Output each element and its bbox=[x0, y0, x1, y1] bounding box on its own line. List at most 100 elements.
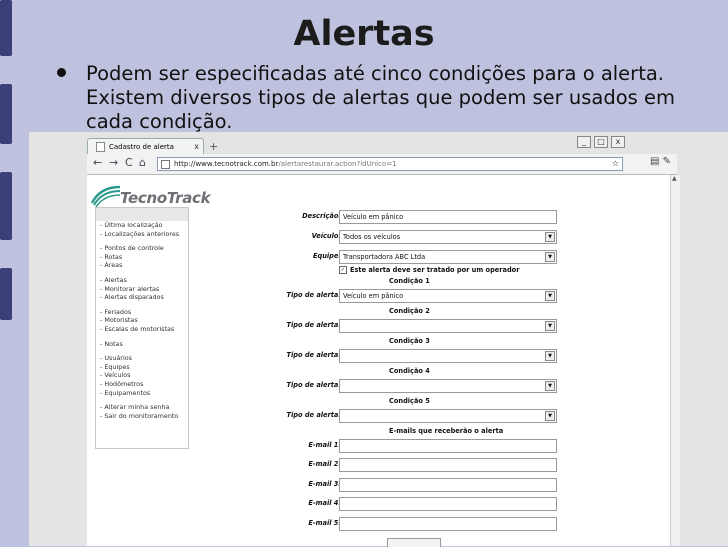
sidebar-menu-item[interactable]: - Sair do monitoramento bbox=[100, 412, 188, 421]
tipo-alerta-label: Tipo de alerta: bbox=[286, 381, 341, 389]
sidebar-menu-item[interactable]: - Monitorar alertas bbox=[100, 285, 188, 294]
email-row: E-mail 3: bbox=[237, 478, 657, 492]
condicao-5-row: Tipo de alerta: ▼ bbox=[237, 409, 657, 423]
email-input[interactable] bbox=[339, 439, 557, 453]
sidebar-menu-item[interactable]: - Escalas de motoristas bbox=[100, 325, 188, 334]
minimize-icon[interactable]: _ bbox=[577, 136, 591, 148]
descricao-row: Descrição: Veículo em pânico bbox=[237, 210, 657, 224]
chevron-down-icon[interactable]: ▼ bbox=[545, 291, 555, 301]
sidebar-menu-item[interactable]: - Equipamentos bbox=[100, 389, 188, 398]
tools-menu-icon[interactable]: ✎ bbox=[663, 156, 671, 167]
sidebar-menu-item[interactable]: - Feriados bbox=[100, 308, 188, 317]
email-row: E-mail 1: bbox=[237, 439, 657, 453]
chevron-down-icon[interactable]: ▼ bbox=[545, 411, 555, 421]
back-icon[interactable]: ← bbox=[93, 156, 102, 169]
slide-left-bar bbox=[0, 172, 12, 240]
slide-left-bar bbox=[0, 84, 12, 144]
sidebar-menu-item[interactable]: - Hodômetros bbox=[100, 380, 188, 389]
tipo-alerta-select[interactable]: ▼ bbox=[339, 349, 557, 363]
operador-checkbox-label: Este alerta deve ser tratado por um oper… bbox=[350, 266, 520, 274]
sidebar-menu-item[interactable]: - Alertas bbox=[100, 276, 188, 285]
condicao-2-row: Tipo de alerta: ▼ bbox=[237, 319, 657, 333]
tipo-alerta-select[interactable]: ▼ bbox=[339, 319, 557, 333]
url-path: /alertarestaurar.action?idUnico=1 bbox=[278, 160, 397, 168]
chevron-down-icon[interactable]: ▼ bbox=[545, 381, 555, 391]
descricao-label: Descrição: bbox=[302, 212, 341, 220]
reload-icon[interactable]: C bbox=[125, 156, 133, 169]
email-row: E-mail 4: bbox=[237, 497, 657, 511]
email-input[interactable] bbox=[339, 478, 557, 492]
tipo-alerta-label: Tipo de alerta: bbox=[286, 351, 341, 359]
email-label: E-mail 5: bbox=[308, 519, 341, 527]
sidebar-menu-item[interactable]: - Usuários bbox=[100, 354, 188, 363]
chevron-down-icon[interactable]: ▼ bbox=[545, 252, 555, 262]
close-window-icon[interactable]: x bbox=[611, 136, 625, 148]
new-tab-icon[interactable]: + bbox=[209, 140, 218, 153]
navigation-toolbar: ← → C ⌂ http://www.tecnotrack.com.br/ale… bbox=[87, 154, 677, 175]
slide-left-bar bbox=[0, 268, 12, 320]
home-icon[interactable]: ⌂ bbox=[139, 156, 146, 169]
sidebar-menu-item[interactable]: - Localizações anteriores bbox=[100, 230, 188, 239]
logo-swoosh-icon bbox=[90, 185, 121, 208]
page-favicon-icon bbox=[96, 142, 105, 152]
sidebar-header bbox=[96, 208, 188, 221]
web-page: TecnoTrack - Última localização - Localiz… bbox=[87, 175, 670, 547]
veiculo-row: Veículo: Todos os veículos ▼ bbox=[237, 230, 657, 244]
tab-bar: Cadastro de alerta x + _ □ x bbox=[87, 136, 677, 155]
email-row: E-mail 2: bbox=[237, 458, 657, 472]
sidebar-menu-item[interactable]: - Equipes bbox=[100, 363, 188, 372]
email-input[interactable] bbox=[339, 517, 557, 531]
condicao-5-title: Condição 5 bbox=[389, 397, 430, 405]
sidebar-menu: - Última localização - Localizações anter… bbox=[95, 207, 189, 449]
sidebar-menu-item[interactable]: - Alterar minha senha bbox=[100, 403, 188, 412]
sidebar-menu-item[interactable]: - Alertas disparados bbox=[100, 293, 188, 302]
email-input[interactable] bbox=[339, 458, 557, 472]
veiculo-select-value: Todos os veículos bbox=[343, 233, 401, 241]
page-scrollbar[interactable]: ▲ bbox=[670, 175, 680, 546]
url-host: http://www.tecnotrack.com.br bbox=[174, 160, 279, 168]
page-menu-icon[interactable]: ▤ bbox=[650, 156, 659, 167]
sidebar-menu-item[interactable]: - Última localização bbox=[100, 221, 188, 230]
tipo-alerta-select[interactable]: ▼ bbox=[339, 409, 557, 423]
sidebar-menu-item[interactable]: - Motoristas bbox=[100, 316, 188, 325]
tipo-alerta-select[interactable]: ▼ bbox=[339, 379, 557, 393]
toolbar-icons: ▤ ✎ bbox=[650, 156, 671, 167]
chevron-down-icon[interactable]: ▼ bbox=[545, 321, 555, 331]
sidebar-menu-item[interactable]: - Notas bbox=[100, 340, 188, 349]
email-input[interactable] bbox=[339, 497, 557, 511]
tab-title: Cadastro de alerta bbox=[109, 143, 174, 151]
slide-title: Alertas bbox=[293, 14, 435, 54]
veiculo-select[interactable]: Todos os veículos ▼ bbox=[339, 230, 557, 244]
email-label: E-mail 3: bbox=[308, 480, 341, 488]
condicao-4-row: Tipo de alerta: ▼ bbox=[237, 379, 657, 393]
email-label: E-mail 2: bbox=[308, 460, 341, 468]
logo-text: TecnoTrack bbox=[120, 189, 211, 207]
browser-tab[interactable]: Cadastro de alerta x bbox=[87, 138, 204, 155]
condicao-3-row: Tipo de alerta: ▼ bbox=[237, 349, 657, 363]
descricao-input[interactable]: Veículo em pânico bbox=[339, 210, 557, 224]
chevron-down-icon[interactable]: ▼ bbox=[545, 351, 555, 361]
veiculo-label: Veículo: bbox=[311, 232, 341, 240]
tipo-alerta-value: Veículo em pânico bbox=[343, 292, 404, 300]
slide: Alertas Podem ser especificadas até cinc… bbox=[0, 0, 728, 547]
page-icon bbox=[161, 160, 170, 169]
forward-icon[interactable]: → bbox=[109, 156, 118, 169]
browser-window: Cadastro de alerta x + _ □ x ← → C ⌂ http:… bbox=[29, 132, 728, 547]
equipe-label: Equipe: bbox=[312, 252, 341, 260]
sidebar-menu-item[interactable]: - Veículos bbox=[100, 371, 188, 380]
tab-close-icon[interactable]: x bbox=[194, 139, 199, 155]
operador-checkbox-row[interactable]: ✓ Este alerta deve ser tratado por um ope… bbox=[339, 266, 519, 274]
chevron-down-icon[interactable]: ▼ bbox=[545, 232, 555, 242]
sidebar-menu-item[interactable]: - Pontos de controle bbox=[100, 244, 188, 253]
condicao-2-title: Condição 2 bbox=[389, 307, 430, 315]
tipo-alerta-select[interactable]: Veículo em pânico ▼ bbox=[339, 289, 557, 303]
email-label: E-mail 4: bbox=[308, 499, 341, 507]
bookmark-star-icon[interactable]: ☆ bbox=[612, 158, 619, 170]
address-bar[interactable]: http://www.tecnotrack.com.br/alertaresta… bbox=[157, 157, 623, 171]
email-label: E-mail 1: bbox=[308, 441, 341, 449]
operador-checkbox[interactable]: ✓ bbox=[339, 266, 347, 274]
sidebar-menu-item[interactable]: - Áreas bbox=[100, 261, 188, 270]
maximize-icon[interactable]: □ bbox=[594, 136, 608, 148]
equipe-select[interactable]: Transportadora ABC Ltda ▼ bbox=[339, 250, 557, 264]
scroll-up-icon[interactable]: ▲ bbox=[672, 175, 677, 182]
